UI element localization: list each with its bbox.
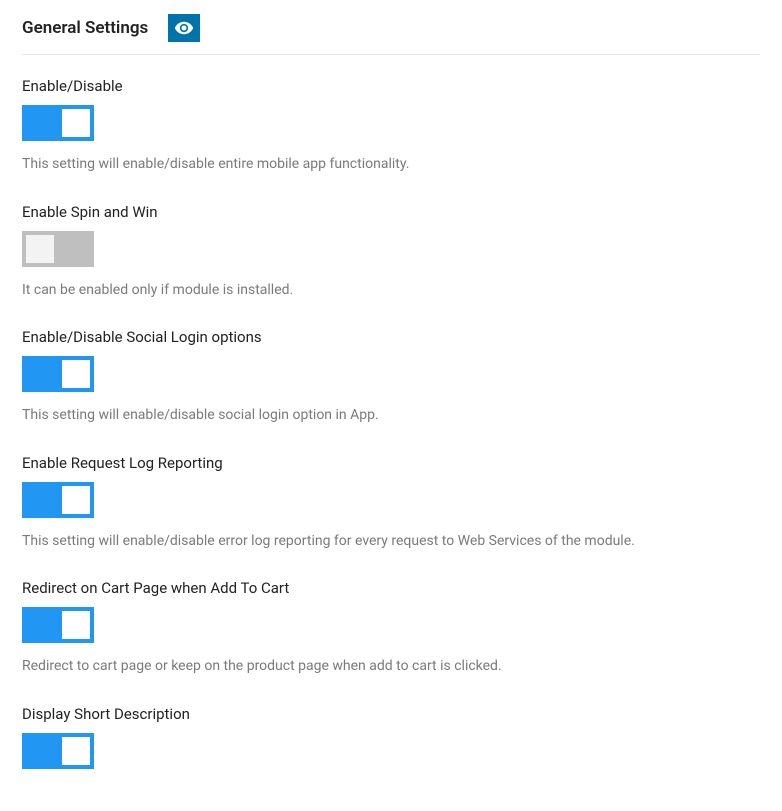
eye-icon [174, 18, 194, 38]
setting-redirect-cart: Redirect on Cart Page when Add To Cart R… [22, 579, 760, 677]
toggle-redirect-cart[interactable] [22, 607, 94, 643]
setting-description: This setting will enable/disable social … [22, 406, 760, 426]
setting-social-login: Enable/Disable Social Login options This… [22, 328, 760, 426]
setting-description: Redirect to cart page or keep on the pro… [22, 657, 760, 677]
setting-label: Enable/Disable Social Login options [22, 328, 760, 346]
setting-spin-and-win: Enable Spin and Win It can be enabled on… [22, 203, 760, 301]
setting-label: Enable/Disable [22, 77, 760, 95]
toggle-request-log[interactable] [22, 482, 94, 518]
preview-button[interactable] [168, 14, 200, 42]
setting-description: This setting will enable/disable entire … [22, 155, 760, 175]
setting-description: It can be enabled only if module is inst… [22, 281, 760, 301]
setting-short-description: Display Short Description [22, 705, 760, 769]
setting-enable-disable: Enable/Disable This setting will enable/… [22, 77, 760, 175]
toggle-short-description[interactable] [22, 733, 94, 769]
toggle-handle [62, 360, 90, 388]
page-title: General Settings [22, 18, 148, 38]
setting-label: Enable Spin and Win [22, 203, 760, 221]
toggle-handle [26, 235, 54, 263]
setting-label: Enable Request Log Reporting [22, 454, 760, 472]
toggle-handle [62, 611, 90, 639]
toggle-spin-and-win [22, 231, 94, 267]
toggle-handle [62, 737, 90, 765]
setting-description: This setting will enable/disable error l… [22, 532, 760, 552]
toggle-handle [62, 109, 90, 137]
setting-label: Display Short Description [22, 705, 760, 723]
toggle-social-login[interactable] [22, 356, 94, 392]
settings-header: General Settings [22, 14, 760, 55]
toggle-handle [62, 486, 90, 514]
setting-request-log: Enable Request Log Reporting This settin… [22, 454, 760, 552]
toggle-enable-disable[interactable] [22, 105, 94, 141]
setting-label: Redirect on Cart Page when Add To Cart [22, 579, 760, 597]
